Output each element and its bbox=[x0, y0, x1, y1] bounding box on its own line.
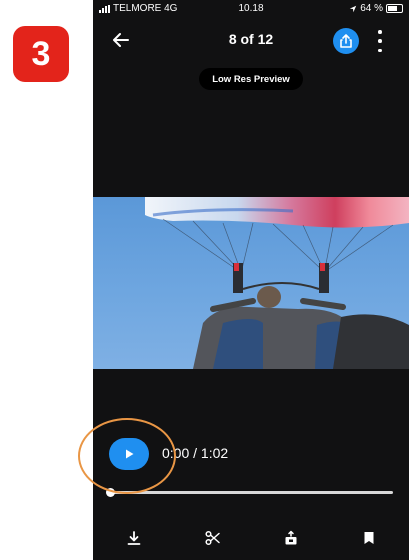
media-counter: 8 of 12 bbox=[228, 31, 274, 47]
battery-percent: 64 % bbox=[360, 3, 383, 14]
share-icon bbox=[340, 34, 352, 48]
bookmark-icon bbox=[364, 532, 374, 544]
battery-icon bbox=[386, 4, 403, 13]
step-number-badge: 3 bbox=[13, 26, 69, 82]
more-dot bbox=[378, 48, 382, 52]
video-frame[interactable] bbox=[93, 197, 409, 369]
low-res-preview-badge: Low Res Preview bbox=[199, 68, 303, 90]
more-dot bbox=[378, 39, 382, 43]
export-icon bbox=[285, 530, 297, 545]
play-button-highlight-circle bbox=[78, 418, 176, 494]
video-thumbnail bbox=[93, 197, 409, 369]
more-dot bbox=[378, 30, 382, 34]
status-bar: TELMORE 4G 10.18 64 % bbox=[93, 0, 409, 16]
trim-button[interactable] bbox=[202, 527, 224, 549]
top-bar: 8 of 12 bbox=[93, 22, 409, 58]
export-button[interactable] bbox=[280, 527, 302, 549]
battery-group: 64 % bbox=[349, 3, 403, 14]
more-options-button[interactable] bbox=[375, 30, 385, 52]
download-button[interactable] bbox=[123, 527, 145, 549]
location-arrow-icon bbox=[350, 5, 357, 12]
playback-scrubber[interactable] bbox=[106, 488, 393, 497]
share-button[interactable] bbox=[333, 28, 359, 54]
scissors-icon bbox=[205, 530, 220, 546]
highlight-button[interactable] bbox=[358, 527, 380, 549]
download-icon bbox=[127, 531, 141, 545]
